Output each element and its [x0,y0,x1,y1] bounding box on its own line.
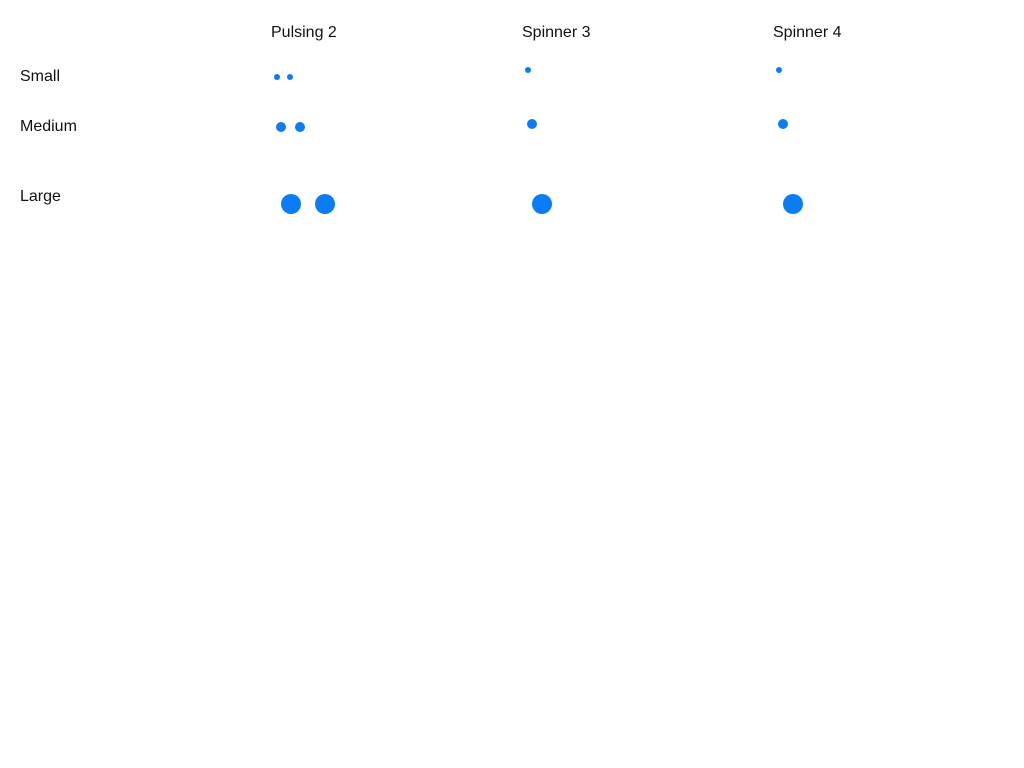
column-header-spinner-3: Spinner 3 [522,24,591,41]
loader-showcase: Pulsing 2 Spinner 3 Spinner 4 Small Medi… [0,0,1024,768]
column-header-pulsing-2: Pulsing 2 [271,24,337,41]
pulse-dot [281,194,301,214]
pulse-dot [287,74,293,80]
spinner-4-small-loader [776,67,782,73]
pulse-dot [315,194,335,214]
column-header-spinner-4: Spinner 4 [773,24,842,41]
spinner-3-medium-loader [527,119,537,129]
pulse-dot [276,122,286,132]
spinner-3-large-loader [532,194,552,214]
pulse-dot [295,122,305,132]
spinner-3-small-loader [525,67,531,73]
row-label-medium: Medium [20,118,77,135]
row-label-small: Small [20,68,61,85]
spinner-4-large-loader [783,194,803,214]
row-label-large: Large [20,188,61,205]
pulse-dot [274,74,280,80]
spinner-4-medium-loader [778,119,788,129]
